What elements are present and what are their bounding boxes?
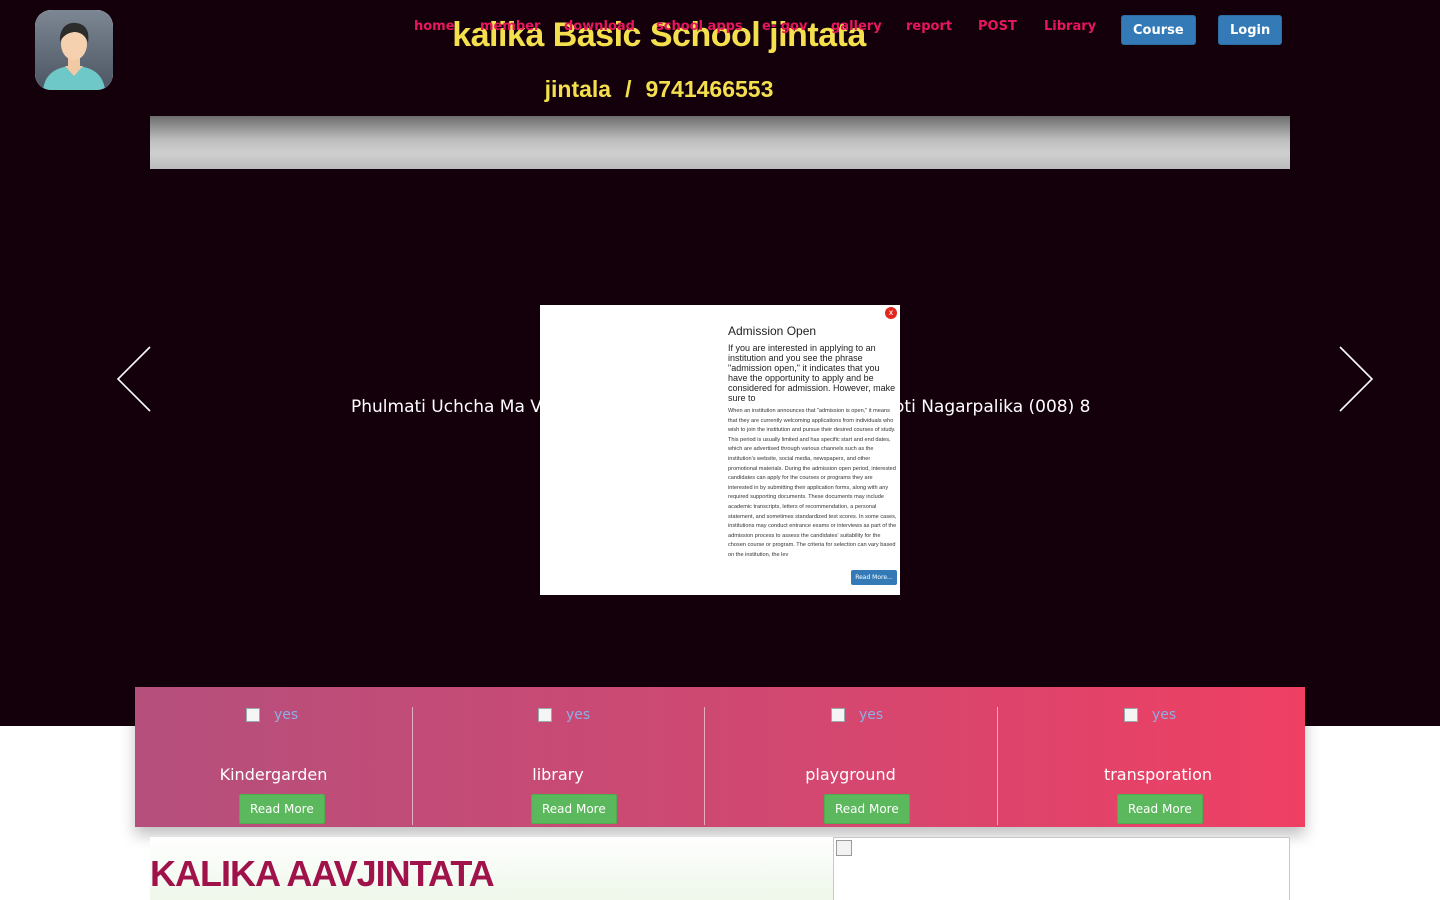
popup-title: Admission Open	[728, 324, 817, 338]
slide-caption-right: oti Nagarpalika (008) 8	[894, 397, 1091, 417]
nav-link-library[interactable]: Library	[1044, 19, 1096, 34]
nav-link-school-apps[interactable]: school apps	[656, 19, 743, 34]
broken-image-icon	[831, 708, 845, 722]
nav-link-e-gov[interactable]: e- gov	[762, 19, 807, 34]
broken-image-icon	[246, 708, 260, 722]
service-read-more-button[interactable]: Read More	[531, 794, 617, 824]
section-heading: KALIKA AAVJINTATA	[150, 853, 495, 894]
nav-link-gallery[interactable]: gallery	[831, 19, 882, 34]
phone-number: 9741466553	[645, 76, 774, 102]
broken-image-icon	[1124, 708, 1138, 722]
popup-read-more-button[interactable]: Read More...	[851, 570, 897, 585]
service-image: yes	[831, 707, 883, 727]
service-read-more-button[interactable]: Read More	[1117, 794, 1203, 824]
services-strip: yes Kindergarden Read More yes library R…	[135, 687, 1305, 827]
service-image: yes	[246, 707, 298, 727]
service-card: yes library Read More	[412, 707, 704, 825]
separator: /	[625, 76, 632, 102]
broken-image-icon	[538, 708, 552, 722]
service-title: Kindergarden	[219, 765, 328, 784]
slider-next-arrow-icon[interactable]	[1336, 345, 1376, 415]
nav-link-home[interactable]: home	[414, 19, 455, 34]
slider-prev-arrow-icon[interactable]	[114, 345, 154, 415]
section-image	[833, 837, 1290, 900]
location-text: jintala	[544, 76, 612, 102]
nav-link-post[interactable]: POST	[978, 19, 1017, 34]
service-card: yes playground Read More	[704, 707, 997, 825]
popup-body-text: When an institution announces that "admi…	[728, 408, 897, 558]
nav-link-report[interactable]: report	[906, 19, 952, 34]
service-card: yes Kindergarden Read More	[135, 707, 412, 825]
login-button[interactable]: Login	[1218, 15, 1283, 45]
broken-image-icon	[836, 840, 852, 856]
service-card: yes transporation Read More	[997, 707, 1319, 825]
service-title: library	[532, 765, 584, 784]
service-image: yes	[538, 707, 590, 727]
service-read-more-button[interactable]: Read More	[824, 794, 910, 824]
service-read-more-button[interactable]: Read More	[239, 794, 325, 824]
service-title: transporation	[1103, 765, 1213, 784]
nav-link-download[interactable]: download	[564, 19, 635, 34]
service-image: yes	[1124, 707, 1176, 727]
popup-lead-text: If you are interested in applying to an …	[728, 343, 896, 403]
close-icon[interactable]: x	[885, 307, 897, 319]
nav-link-member[interactable]: member	[480, 19, 540, 34]
slide-caption-left: Phulmati Uchcha Ma V	[351, 397, 542, 417]
course-button[interactable]: Course	[1121, 15, 1196, 45]
service-title: playground	[805, 765, 896, 784]
contact-line: jintala / 9741466553	[0, 76, 1318, 103]
main-navbar	[150, 116, 1290, 169]
